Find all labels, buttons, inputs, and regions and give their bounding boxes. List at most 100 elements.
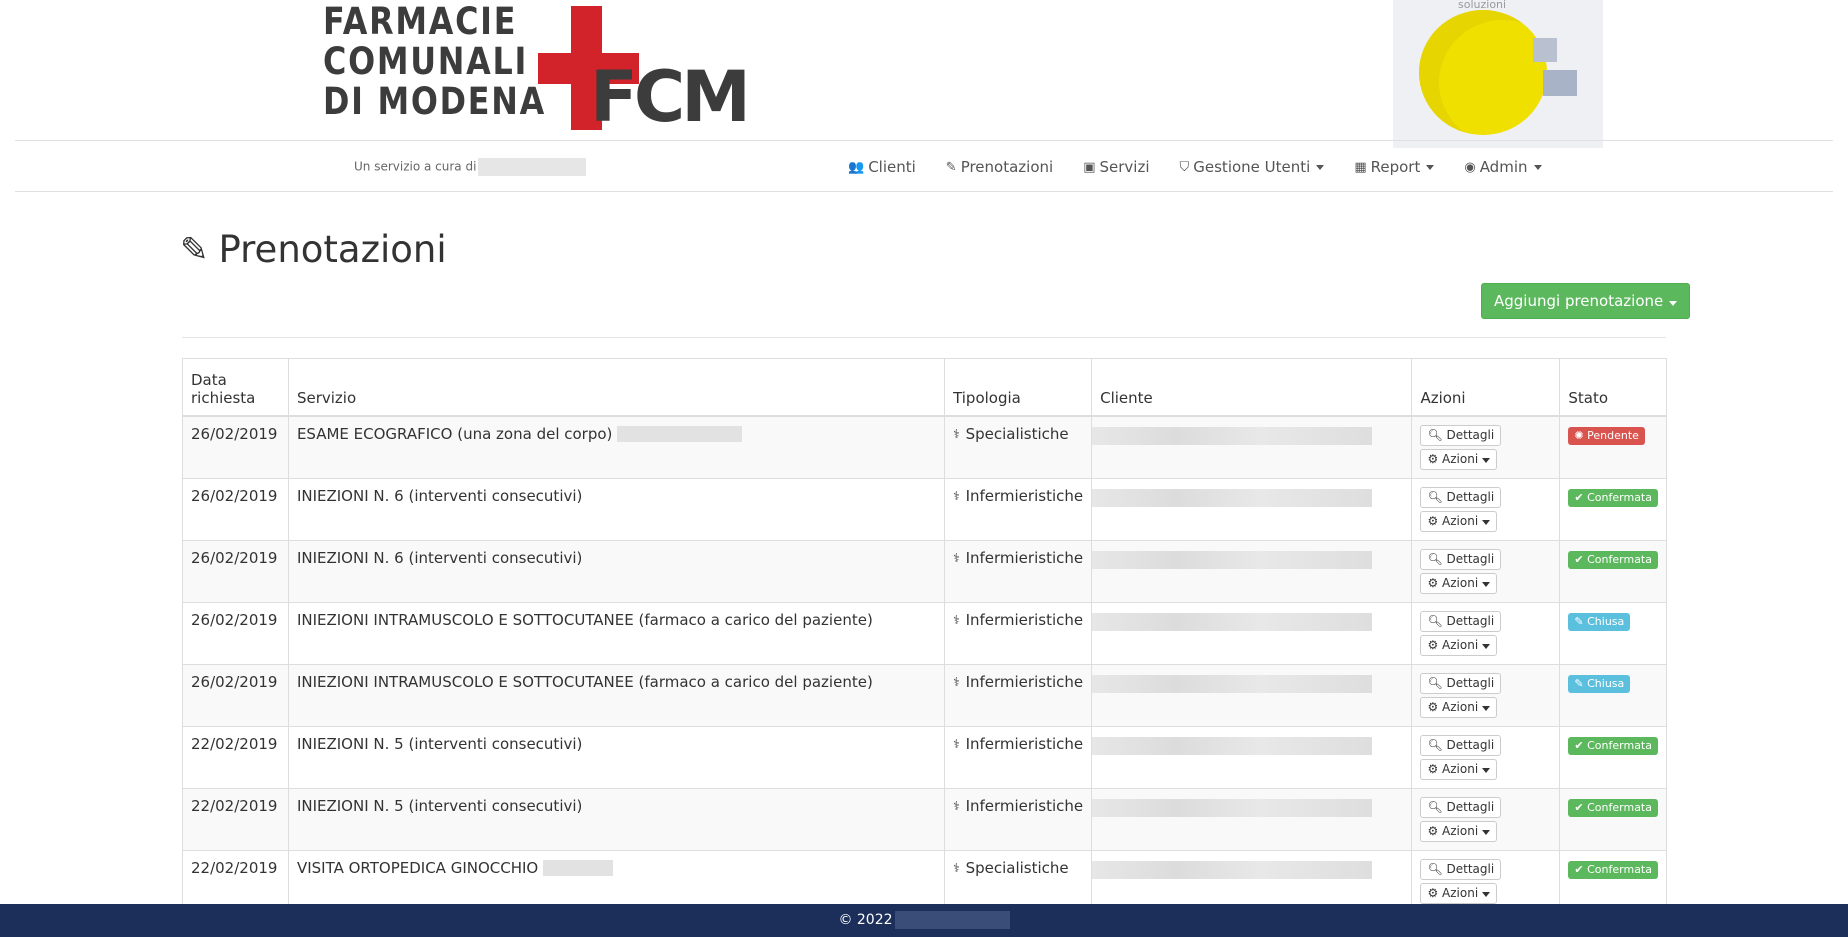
service-text: INIEZIONI N. 5 (interventi consecutivi) (296, 734, 583, 753)
redacted-client[interactable] (1092, 860, 1373, 879)
cell-client (1091, 663, 1413, 727)
actions-dropdown-button[interactable]: ⚙ Azioni (1420, 448, 1498, 470)
copyright-text: © 2022 (838, 912, 893, 928)
col-client[interactable]: Cliente (1091, 358, 1413, 417)
table-row[interactable]: 22/02/2019 INIEZIONI N. 5 (interventi co… (182, 787, 1667, 851)
brand-logo-text[interactable]: FARMACIE COMUNALI DI MODENA (323, 2, 546, 122)
actions-dropdown-button[interactable]: ⚙ Azioni (1420, 696, 1498, 718)
redacted-client[interactable] (1092, 736, 1373, 755)
logo-line-1: FARMACIE (323, 0, 518, 43)
search-icon: 🔍︎ (1427, 489, 1443, 504)
cell-status: ✎ Chiusa (1559, 663, 1667, 727)
cell-date: 26/02/2019 (182, 601, 289, 665)
details-label: Dettagli (1446, 737, 1495, 752)
details-label: Dettagli (1446, 551, 1495, 566)
nav-item-label: Clienti (868, 158, 916, 176)
cell-status: ✺ Pendente (1559, 415, 1667, 479)
nav-item-gestione-utenti[interactable]: ⛉ Gestione Utenti (1180, 152, 1325, 182)
shield-icon: ⛉ (1179, 159, 1190, 175)
cell-date: 22/02/2019 (182, 787, 289, 851)
status-text: Chiusa (1587, 614, 1625, 628)
nav-item-servizi[interactable]: ▣ Servizi (1083, 152, 1149, 182)
cell-type: ⚕ Specialistiche (944, 415, 1093, 479)
cell-type: ⚕ Infermieristiche (944, 663, 1093, 727)
status-badge: ✔ Confermata (1568, 736, 1658, 755)
status-badge: ✎ Chiusa (1568, 612, 1631, 631)
gears-icon: ⚙ (1427, 699, 1439, 714)
check-icon: ✔ (1574, 738, 1584, 752)
chevron-down-icon (1533, 164, 1542, 170)
redacted-client[interactable] (1092, 798, 1373, 817)
redacted-client[interactable] (1092, 488, 1373, 507)
search-icon: 🔍︎ (1427, 613, 1443, 628)
cell-client (1091, 415, 1413, 479)
service-text: INIEZIONI INTRAMUSCOLO E SOTTOCUTANEE (f… (296, 610, 873, 629)
col-date[interactable]: Data richiesta (182, 358, 289, 417)
nav-item-label: Report (1370, 158, 1421, 176)
actions-dropdown-button[interactable]: ⚙ Azioni (1420, 882, 1498, 904)
actions-dropdown-button[interactable]: ⚙ Azioni (1420, 572, 1498, 594)
cell-actions: 🔍︎ Dettagli ⚙ Azioni (1411, 725, 1561, 789)
details-label: Dettagli (1446, 489, 1495, 504)
details-button[interactable]: 🔍︎ Dettagli (1420, 858, 1502, 880)
actions-dropdown-button[interactable]: ⚙ Azioni (1420, 758, 1498, 780)
details-button[interactable]: 🔍︎ Dettagli (1420, 796, 1502, 818)
edit-icon: ✎ (1574, 614, 1584, 628)
content-divider (182, 337, 1666, 338)
type-text: Infermieristiche (965, 548, 1084, 567)
redacted-client[interactable] (1092, 550, 1373, 569)
actions-label: Azioni (1442, 885, 1479, 900)
actions-dropdown-button[interactable]: ⚙ Azioni (1420, 634, 1498, 656)
nav-item-report[interactable]: ▦ Report (1354, 152, 1435, 182)
table-row[interactable]: 26/02/2019 INIEZIONI N. 6 (interventi co… (182, 539, 1667, 603)
col-type[interactable]: Tipologia (944, 358, 1093, 417)
nav-item-prenotazioni[interactable]: ✎ Prenotazioni (946, 152, 1053, 182)
type-text: Infermieristiche (965, 796, 1084, 815)
redacted-client[interactable] (1092, 612, 1373, 631)
cell-status: ✎ Chiusa (1559, 601, 1667, 665)
details-button[interactable]: 🔍︎ Dettagli (1420, 486, 1502, 508)
status-badge: ✔ Confermata (1568, 550, 1658, 569)
redacted-footer-link[interactable] (894, 911, 1010, 929)
cell-actions: 🔍︎ Dettagli ⚙ Azioni (1411, 415, 1561, 479)
cell-date: 22/02/2019 (182, 725, 289, 789)
user-circle-icon: ◉ (1464, 159, 1476, 175)
details-button[interactable]: 🔍︎ Dettagli (1420, 424, 1502, 446)
cell-type: ⚕ Infermieristiche (944, 787, 1093, 851)
details-label: Dettagli (1446, 613, 1495, 628)
user-md-icon: ⚕ (953, 426, 960, 441)
cell-date: 26/02/2019 (182, 663, 289, 727)
redacted-text (543, 860, 614, 876)
table-row[interactable]: 26/02/2019 INIEZIONI INTRAMUSCOLO E SOTT… (182, 663, 1667, 727)
cell-type: ⚕ Specialistiche (944, 849, 1093, 913)
service-text: VISITA ORTOPEDICA GINOCCHIO (296, 858, 539, 877)
redacted-client[interactable] (1092, 426, 1373, 445)
nav-item-admin[interactable]: ◉ Admin (1464, 152, 1542, 182)
table-row[interactable]: 22/02/2019 INIEZIONI N. 5 (interventi co… (182, 725, 1667, 789)
nav-item-clienti[interactable]: 👥 Clienti (848, 152, 916, 182)
details-button[interactable]: 🔍︎ Dettagli (1420, 610, 1502, 632)
details-button[interactable]: 🔍︎ Dettagli (1420, 734, 1502, 756)
cell-service: INIEZIONI N. 5 (interventi consecutivi) (287, 725, 946, 789)
table-row[interactable]: 26/02/2019 INIEZIONI INTRAMUSCOLO E SOTT… (182, 601, 1667, 665)
actions-label: Azioni (1442, 575, 1479, 590)
cell-type: ⚕ Infermieristiche (944, 725, 1093, 789)
col-actions: Azioni (1411, 358, 1561, 417)
actions-dropdown-button[interactable]: ⚙ Azioni (1420, 820, 1498, 842)
check-icon: ✔ (1574, 800, 1584, 814)
type-text: Specialistiche (965, 858, 1069, 877)
details-button[interactable]: 🔍︎ Dettagli (1420, 548, 1502, 570)
actions-dropdown-button[interactable]: ⚙ Azioni (1420, 510, 1498, 532)
cell-date: 26/02/2019 (182, 477, 289, 541)
details-button[interactable]: 🔍︎ Dettagli (1420, 672, 1502, 694)
add-booking-button[interactable]: Aggiungi prenotazione (1481, 283, 1691, 319)
col-status[interactable]: Stato (1559, 358, 1667, 417)
chevron-down-icon (1482, 519, 1491, 525)
table-row[interactable]: 22/02/2019 VISITA ORTOPEDICA GINOCCHIO ⚕… (182, 849, 1667, 913)
service-by-label: Un servizio a cura di (354, 159, 477, 174)
redacted-client[interactable] (1092, 674, 1373, 693)
col-service[interactable]: Servizio (287, 358, 946, 417)
table-row[interactable]: 26/02/2019 ESAME ECOGRAFICO (una zona de… (182, 415, 1667, 479)
bookings-table: Data richiesta Servizio Tipologia Client… (182, 358, 1667, 913)
table-row[interactable]: 26/02/2019 INIEZIONI N. 6 (interventi co… (182, 477, 1667, 541)
